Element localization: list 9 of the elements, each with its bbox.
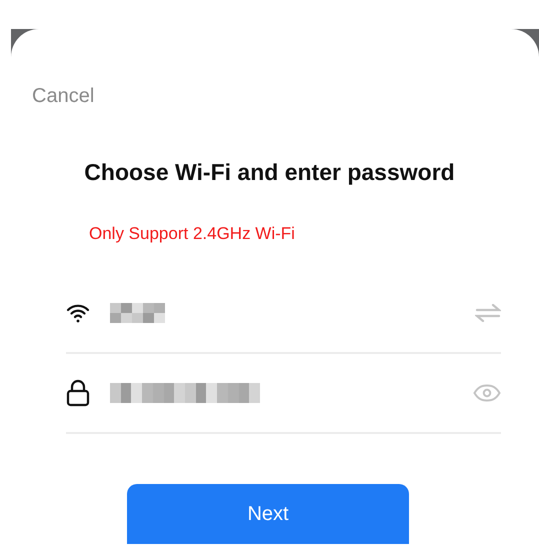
swap-icon[interactable] (475, 304, 501, 322)
next-button[interactable]: Next (127, 484, 409, 544)
cancel-link[interactable]: Cancel (32, 85, 94, 108)
redacted-text-block (110, 303, 165, 323)
dialog-title: Choose Wi-Fi and enter password (83, 159, 456, 186)
lock-icon (66, 379, 90, 407)
warning-text: Only Support 2.4GHz Wi-Fi (89, 224, 296, 244)
eye-icon[interactable] (473, 384, 501, 402)
wifi-icon (66, 303, 90, 323)
